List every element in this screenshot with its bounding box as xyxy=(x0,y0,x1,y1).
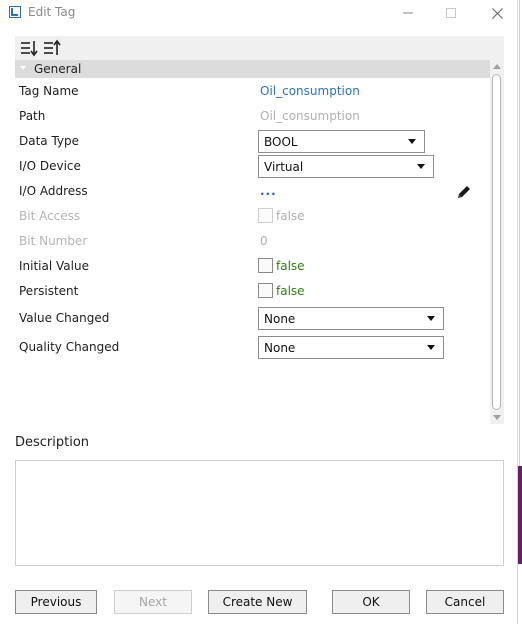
property-label: Data Type xyxy=(19,134,80,148)
bit-access-checkbox xyxy=(258,208,273,223)
scroll-down-icon[interactable] xyxy=(493,415,501,420)
edit-tag-dialog: Edit Tag General Tag Name Oil_consumptio… xyxy=(0,0,518,624)
io-device-selected: Virtual xyxy=(264,160,304,174)
property-row-value-changed: Value Changed None xyxy=(15,306,490,331)
chevron-down-icon xyxy=(427,316,435,321)
data-type-selected: BOOL xyxy=(264,135,298,149)
value-changed-selected: None xyxy=(264,312,296,326)
description-label: Description xyxy=(15,435,90,450)
close-icon xyxy=(491,7,503,19)
scroll-up-icon[interactable] xyxy=(493,64,501,69)
property-label: Path xyxy=(19,109,46,123)
window-edge-line xyxy=(519,0,520,466)
close-button[interactable] xyxy=(482,2,512,24)
quality-changed-select[interactable]: None xyxy=(258,336,444,359)
io-address-browse[interactable]: ... xyxy=(260,184,277,198)
property-label: Bit Access xyxy=(19,209,81,223)
property-row-tag-name: Tag Name Oil_consumption xyxy=(15,79,490,104)
persistent-checkbox[interactable] xyxy=(258,283,273,298)
property-label: Bit Number xyxy=(19,234,88,248)
property-label: Value Changed xyxy=(19,311,110,325)
vertical-scrollbar[interactable] xyxy=(490,60,504,424)
property-row-bit-number: Bit Number 0 xyxy=(15,229,490,254)
cancel-button[interactable]: Cancel xyxy=(426,590,504,614)
background-window-edge xyxy=(518,0,522,624)
bit-access-value: false xyxy=(276,209,305,223)
category-general[interactable]: General xyxy=(15,60,490,78)
tag-name-value[interactable]: Oil_consumption xyxy=(260,84,360,98)
path-value: Oil_consumption xyxy=(260,109,360,123)
chevron-down-icon xyxy=(417,164,425,169)
property-row-initial-value: Initial Value false xyxy=(15,254,490,279)
initial-value-value: false xyxy=(276,259,305,273)
property-row-bit-access: Bit Access false xyxy=(15,204,490,229)
property-label: I/O Address xyxy=(19,184,88,198)
property-label: Tag Name xyxy=(19,84,79,98)
property-grid: General Tag Name Oil_consumption Path Oi… xyxy=(15,36,504,424)
app-icon xyxy=(9,6,21,18)
bit-number-value: 0 xyxy=(260,234,268,248)
pencil-icon[interactable] xyxy=(455,183,473,201)
previous-button[interactable]: Previous xyxy=(15,590,97,614)
io-device-select[interactable]: Virtual xyxy=(258,155,434,178)
initial-value-checkbox[interactable] xyxy=(258,258,273,273)
chevron-down-icon xyxy=(408,139,416,144)
ok-button[interactable]: OK xyxy=(332,590,410,614)
chevron-down-icon xyxy=(427,345,435,350)
minimize-button[interactable] xyxy=(393,2,423,24)
data-type-select[interactable]: BOOL xyxy=(258,130,425,153)
next-button[interactable]: Next xyxy=(114,590,192,614)
persistent-value: false xyxy=(276,284,305,298)
maximize-icon xyxy=(446,8,456,18)
sort-categorized-icon[interactable] xyxy=(20,39,38,57)
background-accent-strip xyxy=(518,466,522,564)
scrollbar-thumb[interactable] xyxy=(492,74,501,410)
property-label: Persistent xyxy=(19,284,79,298)
minimize-icon xyxy=(403,12,413,14)
property-grid-toolbar xyxy=(15,36,504,60)
maximize-button[interactable] xyxy=(436,2,466,24)
property-row-quality-changed: Quality Changed None xyxy=(15,335,490,360)
property-label: Quality Changed xyxy=(19,340,120,354)
quality-changed-selected: None xyxy=(264,341,296,355)
window-title: Edit Tag xyxy=(28,5,76,19)
property-label: Initial Value xyxy=(19,259,89,273)
property-row-path: Path Oil_consumption xyxy=(15,104,490,129)
sort-alphabetical-icon[interactable] xyxy=(43,39,61,57)
property-label: I/O Device xyxy=(19,159,81,173)
collapse-arrow-icon[interactable] xyxy=(20,66,26,70)
property-row-persistent: Persistent false xyxy=(15,279,490,304)
value-changed-select[interactable]: None xyxy=(258,307,444,330)
create-new-button[interactable]: Create New xyxy=(208,590,307,614)
property-row-io-address: I/O Address ... xyxy=(15,179,490,204)
category-label: General xyxy=(34,62,82,76)
property-list: General Tag Name Oil_consumption Path Oi… xyxy=(15,60,490,424)
title-bar: Edit Tag xyxy=(0,0,518,26)
property-row-data-type: Data Type BOOL xyxy=(15,129,490,154)
property-row-io-device: I/O Device Virtual xyxy=(15,154,490,179)
description-textarea[interactable] xyxy=(15,460,504,566)
